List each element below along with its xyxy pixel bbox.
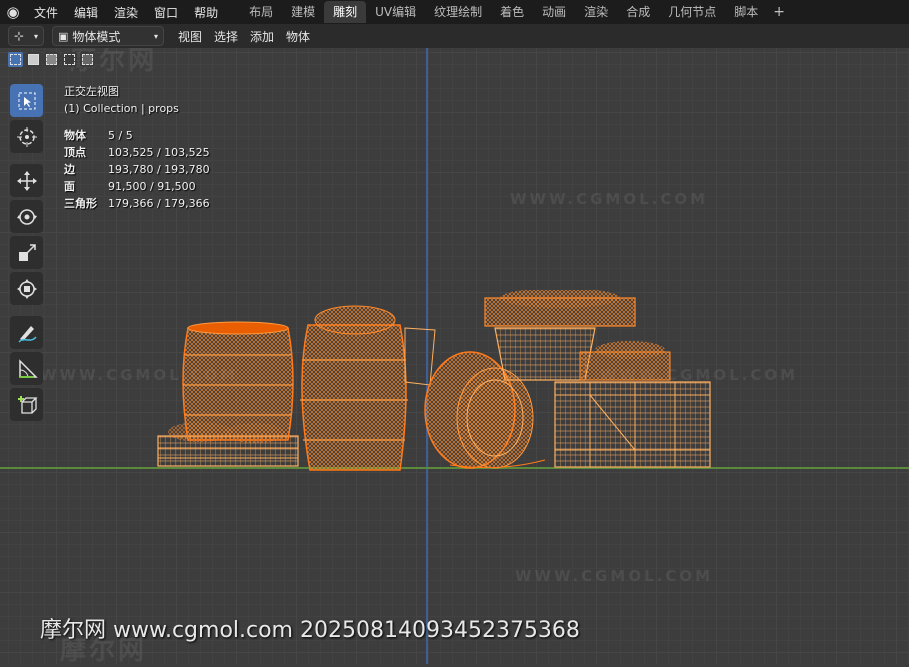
mode-dropdown[interactable]: ▣ 物体模式 ▾ — [52, 26, 164, 46]
watermark-site: WWW.CGMOL.COM — [510, 190, 709, 208]
scale-icon — [18, 243, 36, 261]
scale-tool[interactable] — [10, 236, 43, 269]
add-cube-icon — [17, 395, 38, 414]
barrel-middle — [300, 305, 408, 471]
menu-file[interactable]: 文件 — [26, 4, 66, 21]
editor-type-button[interactable]: ⊹ ▾ — [8, 26, 44, 46]
measure-tool[interactable] — [10, 352, 43, 385]
stat-faces: 面 91,500 / 91,500 — [64, 180, 196, 193]
tab-uv-editing[interactable]: UV编辑 — [366, 1, 425, 23]
collection-label: (1) Collection | props — [64, 102, 179, 115]
move-icon — [16, 170, 37, 191]
menu-object[interactable]: 物体 — [280, 28, 316, 45]
tab-shading[interactable]: 着色 — [491, 1, 533, 23]
stat-triangles: 三角形 179,366 / 179,366 — [64, 197, 210, 210]
tab-scripting[interactable]: 脚本 — [725, 1, 767, 23]
select-invert-button[interactable] — [62, 52, 77, 67]
workspace-tabs: 布局 建模 雕刻 UV编辑 纹理绘制 着色 动画 渲染 合成 几何节点 脚本 + — [240, 0, 791, 24]
barrel-left — [182, 321, 294, 441]
select-extend-icon — [28, 54, 39, 65]
select-new-button[interactable] — [8, 52, 23, 67]
menu-render[interactable]: 渲染 — [106, 4, 146, 21]
tab-animation[interactable]: 动画 — [533, 1, 575, 23]
blender-logo-icon[interactable]: ◉ — [0, 3, 26, 21]
annotate-tool[interactable] — [10, 316, 43, 349]
select-invert-icon — [64, 54, 75, 65]
chevron-down-icon: ▾ — [33, 31, 38, 41]
select-intersect-icon — [82, 54, 93, 65]
menu-edit[interactable]: 编辑 — [66, 4, 106, 21]
tab-geometry-nodes[interactable]: 几何节点 — [659, 1, 725, 23]
tab-compositing[interactable]: 合成 — [617, 1, 659, 23]
select-subtract-icon — [46, 54, 57, 65]
rotate-tool[interactable] — [10, 200, 43, 233]
menu-help[interactable]: 帮助 — [186, 4, 226, 21]
transform-icon — [16, 278, 37, 299]
object-mode-icon: ▣ — [58, 29, 69, 43]
select-mode-group — [8, 52, 95, 67]
select-subtract-button[interactable] — [44, 52, 59, 67]
viewport-header: ⊹ ▾ ▣ 物体模式 ▾ 视图 选择 添加 物体 — [0, 24, 909, 48]
add-cube-tool[interactable] — [10, 388, 43, 421]
move-tool[interactable] — [10, 164, 43, 197]
top-menu-bar: ◉ 文件 编辑 渲染 窗口 帮助 布局 建模 雕刻 UV编辑 纹理绘制 着色 动… — [0, 0, 909, 24]
stat-vertices: 顶点 103,525 / 103,525 — [64, 146, 210, 159]
tab-texture-paint[interactable]: 纹理绘制 — [425, 1, 491, 23]
view-name: 正交左视图 — [64, 85, 119, 98]
menu-window[interactable]: 窗口 — [146, 4, 186, 21]
cursor-icon — [16, 126, 37, 147]
select-box-tool[interactable] — [10, 84, 43, 117]
tab-modeling[interactable]: 建模 — [282, 1, 324, 23]
basket — [404, 327, 436, 386]
cursor-tool[interactable] — [10, 120, 43, 153]
menu-select[interactable]: 选择 — [208, 28, 244, 45]
stat-edges: 边 193,780 / 193,780 — [64, 163, 210, 176]
select-extend-button[interactable] — [26, 52, 41, 67]
add-workspace-button[interactable]: + — [767, 4, 791, 20]
select-intersect-button[interactable] — [80, 52, 95, 67]
rotate-icon — [16, 208, 37, 225]
menu-add[interactable]: 添加 — [244, 28, 280, 45]
transform-tool[interactable] — [10, 272, 43, 305]
chevron-down-icon: ▾ — [153, 31, 158, 41]
measure-icon — [18, 358, 38, 378]
menu-view[interactable]: 视图 — [172, 28, 208, 45]
stat-objects: 物体 5 / 5 — [64, 129, 133, 142]
tab-layout[interactable]: 布局 — [240, 1, 282, 23]
mode-label: 物体模式 — [72, 29, 121, 44]
watermark-site: WWW.CGMOL.COM — [515, 567, 714, 585]
tab-sculpting[interactable]: 雕刻 — [324, 1, 367, 23]
footer-watermark: 摩尔网 www.cgmol.com 20250814093452375368 — [40, 618, 580, 643]
tool-shelf — [10, 84, 46, 424]
view3d-icon: ⊹ — [14, 29, 25, 43]
select-new-icon — [10, 54, 21, 65]
tab-rendering[interactable]: 渲染 — [575, 1, 617, 23]
viewport-overlay: 正交左视图 (1) Collection | props 物体 5 / 5 顶点 1… — [64, 83, 210, 212]
select-box-icon — [18, 92, 35, 109]
annotate-icon — [17, 325, 37, 343]
wireframe-scene[interactable] — [150, 290, 730, 475]
